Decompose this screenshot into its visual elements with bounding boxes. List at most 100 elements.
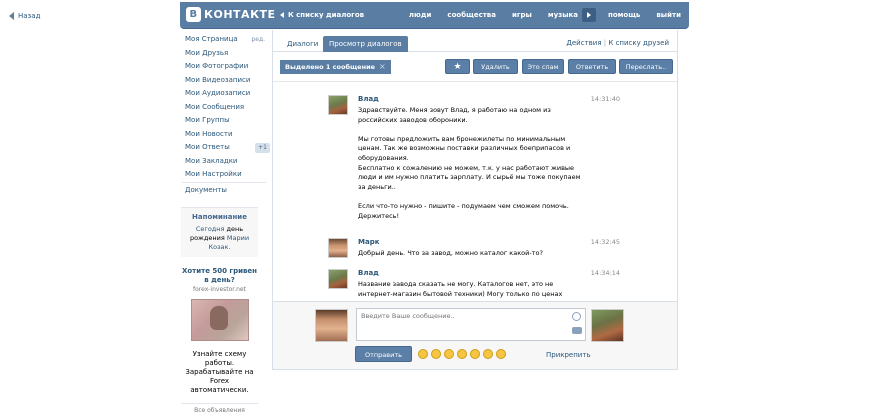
sidebar-item-videos[interactable]: Мои Видеозаписи (185, 74, 265, 88)
chevron-left-icon (280, 12, 284, 18)
sender-name[interactable]: Влад (358, 269, 379, 277)
music-play-button[interactable] (582, 8, 597, 22)
reply-button[interactable]: Ответить (568, 59, 616, 74)
link-separator: | (603, 39, 607, 47)
delete-button[interactable]: Удалить (473, 59, 518, 74)
emoji-smile-icon[interactable] (431, 349, 441, 359)
to-friends-link[interactable]: К списку друзей (608, 39, 669, 47)
sender-name[interactable]: Влад (358, 95, 379, 103)
sidebar-item-label: Мои Ответы (185, 143, 230, 151)
sidebar-item-news[interactable]: Мои Новости (185, 128, 265, 142)
sidebar-item-label: Мои Сообщения (185, 102, 245, 111)
ad-domain: forex-investor.net (193, 286, 246, 293)
nav-people[interactable]: люди (401, 11, 440, 19)
camera-icon[interactable] (572, 327, 582, 334)
sidebar-item-label: Мои Настройки (185, 170, 242, 178)
reminder-person-surname[interactable]: Козак. (208, 243, 230, 251)
avatar[interactable] (328, 238, 348, 258)
nav-help[interactable]: помощь (600, 11, 648, 19)
send-button[interactable]: Отправить (355, 346, 412, 362)
tab-view-dialogs[interactable]: Просмотр диалогов (323, 36, 408, 52)
reminder-today-link[interactable]: Сегодня (196, 225, 225, 233)
sidebar-item-bookmarks[interactable]: Мои Закладки (185, 155, 265, 169)
nav-music[interactable]: музыка (540, 11, 582, 19)
advertisement[interactable]: Хотите 500 гривен в день? forex-investor… (181, 267, 258, 414)
vk-logo-text: КОНТАКТЕ (204, 8, 276, 21)
message-time: 14:32:45 (590, 238, 620, 246)
my-avatar[interactable] (315, 309, 348, 342)
all-ads-link[interactable]: Все объявления (181, 403, 258, 414)
reminder-text: рождения (189, 234, 225, 242)
sidebar-item-friends[interactable]: Мои Друзья (185, 47, 265, 61)
emoji-kiss-icon[interactable] (444, 349, 454, 359)
vk-logo-icon: В (186, 7, 201, 22)
message-list[interactable]: Влад 14:31:40 Здравствуйте. Меня зовут В… (273, 83, 677, 301)
message-text: Здравствуйте. Меня зовут Влад, я работаю… (358, 106, 581, 220)
clear-selection-icon[interactable]: × (379, 60, 386, 74)
reminder-body: Сегодня день рождения Марии Козак. (181, 225, 258, 252)
emoji-bar (418, 349, 506, 359)
sidebar-item-my-page[interactable]: Моя Страница ред. (185, 33, 265, 47)
reminder-person-link[interactable]: Марии (227, 234, 249, 242)
spam-button[interactable]: Это спам (522, 59, 564, 74)
message-time: 14:31:40 (590, 95, 620, 103)
tab-links: Действия | К списку друзей (566, 39, 669, 47)
selection-indicator: Выделено 1 сообщение × (280, 60, 391, 74)
answers-count-badge: +1 (255, 143, 270, 153)
sidebar-item-label: Мои Видеозаписи (185, 75, 251, 84)
play-icon (587, 12, 592, 18)
actions-link[interactable]: Действия (566, 39, 601, 47)
sidebar-item-photos[interactable]: Мои Фотографии (185, 60, 265, 74)
attach-link[interactable]: Прикрепить (546, 351, 591, 359)
birthday-reminder: Напоминание Сегодня день рождения Марии … (181, 207, 258, 257)
emoji-tongue-wink-icon[interactable] (470, 349, 480, 359)
sidebar-item-groups[interactable]: Мои Группы (185, 114, 265, 128)
banknote-portrait (209, 306, 228, 330)
compose-area: Отправить Прикрепить (273, 301, 677, 369)
emoji-tongue-icon[interactable] (483, 349, 493, 359)
nav-logout[interactable]: выйти (648, 11, 689, 19)
forward-button[interactable]: Переслать.. (619, 59, 673, 74)
message-text: Название завода сказать не могу. Каталог… (358, 280, 563, 301)
emoji-surprised-icon[interactable] (457, 349, 467, 359)
reminder-text: день (226, 225, 244, 233)
star-button[interactable]: ★ (445, 59, 470, 74)
action-bar: Выделено 1 сообщение × ★ Удалить Это спа… (273, 52, 677, 82)
sidebar-item-audio[interactable]: Мои Аудиозаписи (185, 87, 265, 101)
reminder-title: Напоминание (192, 213, 247, 221)
nav-games[interactable]: игры (504, 11, 540, 19)
sidebar-item-label: Мои Группы (185, 116, 230, 124)
vk-logo[interactable]: В КОНТАКТЕ (186, 7, 276, 22)
sidebar-menu: Моя Страница ред. Мои Друзья Мои Фотогра… (185, 33, 270, 182)
ad-title[interactable]: Хотите 500 гривен в день? (181, 267, 258, 285)
top-header: В КОНТАКТЕ К списку диалогов люди сообще… (180, 2, 689, 29)
sender-name[interactable]: Марк (358, 238, 379, 246)
avatar[interactable] (328, 95, 348, 115)
tab-dialogs[interactable]: Диалоги (281, 38, 324, 51)
dialog-panel: Диалоги Просмотр диалогов Действия | К с… (272, 30, 678, 370)
nav-communities[interactable]: сообщества (439, 11, 504, 19)
sidebar-item-documents[interactable]: Документы (185, 186, 227, 194)
back-to-dialogs-link[interactable]: К списку диалогов (280, 11, 364, 19)
sidebar-item-settings[interactable]: Мои Настройки (185, 168, 265, 182)
sidebar-item-label: Мои Аудиозаписи (185, 89, 251, 97)
message-input[interactable] (356, 308, 586, 341)
emoji-grin-icon[interactable] (496, 349, 506, 359)
peer-avatar[interactable] (591, 309, 624, 342)
edit-link[interactable]: ред. (251, 33, 265, 47)
sidebar-item-answers[interactable]: Мои Ответы +1 (185, 141, 270, 155)
emoji-smirk-icon[interactable] (418, 349, 428, 359)
ad-body: Узнайте схему работы. Зарабатывайте на F… (185, 350, 254, 394)
ad-image[interactable] (190, 299, 249, 341)
back-to-dialogs-label: К списку диалогов (288, 11, 365, 19)
selection-label: Выделено 1 сообщение (285, 63, 376, 71)
back-arrow-icon (9, 12, 14, 20)
avatar[interactable] (328, 269, 348, 289)
message-text: Добрый день. Что за завод, можно каталог… (358, 249, 543, 257)
message-time: 14:34:14 (590, 269, 620, 277)
sidebar-item-label: Мои Друзья (185, 48, 229, 57)
sidebar-item-messages[interactable]: Мои Сообщения (185, 101, 265, 115)
smiley-icon[interactable] (572, 312, 581, 321)
back-link[interactable]: Назад (9, 12, 40, 20)
back-link-label: Назад (18, 12, 41, 20)
